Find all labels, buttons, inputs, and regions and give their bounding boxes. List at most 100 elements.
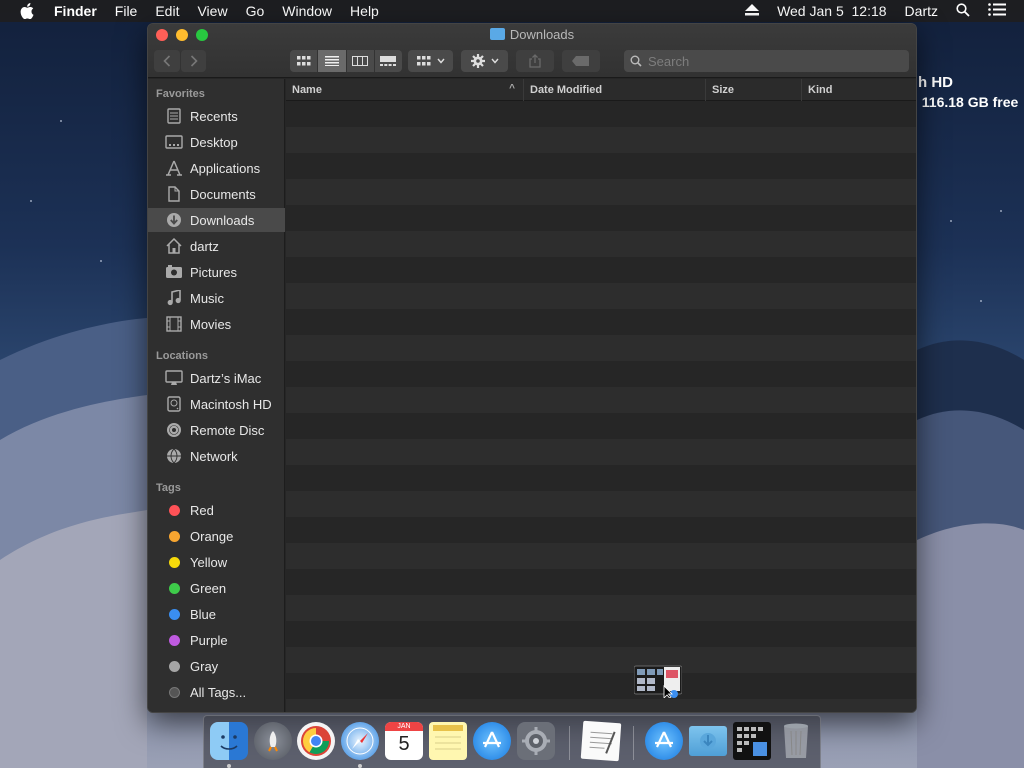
empty-row bbox=[286, 491, 916, 517]
sidebar-tag-blue[interactable]: Blue bbox=[148, 602, 285, 626]
column-header-size[interactable]: Size bbox=[706, 79, 802, 101]
sidebar-item-movies[interactable]: Movies bbox=[148, 312, 285, 336]
icon-view-button[interactable] bbox=[290, 50, 319, 72]
menu-window[interactable]: Window bbox=[282, 3, 332, 19]
menu-user[interactable]: Dartz bbox=[905, 3, 938, 19]
applications-folder-icon[interactable] bbox=[645, 722, 683, 760]
notification-center-icon[interactable] bbox=[988, 3, 1006, 19]
sidebar-item-label: Desktop bbox=[190, 134, 238, 150]
trash-icon[interactable] bbox=[777, 722, 815, 760]
gallery-icon bbox=[380, 56, 397, 66]
documents-icon bbox=[164, 185, 184, 203]
list-view-button[interactable] bbox=[318, 50, 347, 72]
tag-color-dot bbox=[168, 660, 180, 672]
column-header-name[interactable]: Name ^ bbox=[286, 79, 524, 101]
sidebar-item-imac[interactable]: Dartz’s iMac bbox=[148, 366, 285, 390]
tag-color-dot bbox=[168, 608, 180, 620]
menu-app-name[interactable]: Finder bbox=[54, 3, 97, 19]
sidebar-tag-orange[interactable]: Orange bbox=[148, 524, 285, 548]
tag-purple-icon bbox=[164, 631, 184, 649]
columns-icon bbox=[352, 56, 369, 66]
sidebar-item-music[interactable]: Music bbox=[148, 286, 285, 310]
sidebar-tag-purple[interactable]: Purple bbox=[148, 628, 285, 652]
calendar-icon[interactable]: JAN 5 bbox=[385, 722, 423, 760]
tag-color-dot bbox=[168, 530, 180, 542]
sidebar-all-tags[interactable]: All Tags... bbox=[148, 680, 285, 704]
network-icon bbox=[164, 447, 184, 465]
search-input[interactable] bbox=[648, 53, 888, 69]
sidebar-item-label: Blue bbox=[190, 606, 217, 622]
sidebar-tag-red[interactable]: Red bbox=[148, 498, 285, 522]
share-button[interactable] bbox=[516, 50, 554, 72]
system-preferences-icon[interactable] bbox=[517, 722, 555, 760]
downloads-icon bbox=[164, 211, 184, 229]
back-button[interactable] bbox=[154, 50, 180, 72]
sidebar-tag-green[interactable]: Green bbox=[148, 576, 285, 600]
chrome-icon[interactable] bbox=[297, 722, 335, 760]
sidebar-item-label: Green bbox=[190, 580, 227, 596]
recents-icon bbox=[164, 107, 184, 125]
sidebar-item-recents[interactable]: Recents bbox=[148, 104, 285, 128]
sidebar-item-pictures[interactable]: Pictures bbox=[148, 260, 285, 284]
group-grid-icon bbox=[416, 56, 430, 66]
sidebar-item-label: Remote Disc bbox=[190, 422, 265, 438]
dock: JAN 5 bbox=[203, 715, 821, 768]
dragged-item-icon[interactable] bbox=[634, 664, 682, 698]
safari-icon[interactable] bbox=[341, 722, 379, 760]
music-icon bbox=[164, 289, 184, 307]
group-by-button[interactable] bbox=[408, 50, 453, 72]
sidebar-item-label: Purple bbox=[190, 632, 228, 648]
tag-button[interactable] bbox=[562, 50, 600, 72]
menu-clock[interactable]: Wed Jan 5 12:18 bbox=[777, 3, 886, 19]
notes-icon[interactable] bbox=[429, 722, 467, 760]
sidebar-tag-yellow[interactable]: Yellow bbox=[148, 550, 285, 574]
column-view-button[interactable] bbox=[347, 50, 375, 72]
sidebar-item-desktop[interactable]: Desktop bbox=[148, 130, 285, 154]
empty-row bbox=[286, 387, 916, 413]
sidebar-item-documents[interactable]: Documents bbox=[148, 182, 285, 206]
action-button[interactable] bbox=[461, 50, 508, 72]
desktop-icon bbox=[164, 133, 184, 151]
tag-color-dot bbox=[168, 686, 180, 698]
column-header-date-modified[interactable]: Date Modified bbox=[524, 79, 706, 101]
finder-window: Downloads Search Favorites Recents Deskt… bbox=[147, 23, 917, 713]
empty-row bbox=[286, 361, 916, 387]
sidebar-item-macintosh-hd[interactable]: Macintosh HD bbox=[148, 392, 285, 416]
sidebar-item-applications[interactable]: Applications bbox=[148, 156, 285, 180]
spotlight-search-icon[interactable] bbox=[956, 2, 970, 20]
downloads-folder-icon[interactable] bbox=[689, 726, 727, 756]
forward-button[interactable] bbox=[180, 50, 206, 72]
sidebar-item-home[interactable]: dartz bbox=[148, 234, 285, 258]
sidebar-item-remote-disc[interactable]: Remote Disc bbox=[148, 418, 285, 442]
imac-icon bbox=[164, 369, 184, 387]
launchpad-icon[interactable] bbox=[254, 722, 292, 760]
sidebar-item-downloads[interactable]: Downloads bbox=[148, 208, 285, 232]
chevron-left-icon bbox=[163, 55, 171, 67]
sidebar-tag-gray[interactable]: Gray bbox=[148, 654, 285, 678]
menu-file[interactable]: File bbox=[115, 3, 138, 19]
search-field[interactable] bbox=[624, 50, 909, 72]
view-mode-control bbox=[290, 50, 402, 72]
file-list[interactable]: Name ^ Date Modified Size Kind bbox=[286, 79, 916, 712]
app-store-icon[interactable] bbox=[473, 722, 511, 760]
menu-edit[interactable]: Edit bbox=[155, 3, 179, 19]
apple-menu-icon[interactable] bbox=[20, 3, 38, 19]
desktop-volume-label[interactable]: h HD bbox=[918, 74, 953, 91]
sidebar-item-network[interactable]: Network bbox=[148, 444, 285, 468]
finder-icon[interactable] bbox=[210, 722, 248, 760]
eject-icon[interactable] bbox=[745, 3, 760, 19]
chevron-right-icon bbox=[190, 55, 198, 67]
gear-icon bbox=[470, 54, 485, 68]
menu-help[interactable]: Help bbox=[350, 3, 379, 19]
menu-bar: Finder File Edit View Go Window Help Wed… bbox=[0, 0, 1024, 22]
stack-icon[interactable] bbox=[733, 722, 771, 760]
textedit-icon[interactable] bbox=[580, 720, 622, 762]
empty-row bbox=[286, 257, 916, 283]
menu-view[interactable]: View bbox=[197, 3, 227, 19]
column-header-kind[interactable]: Kind bbox=[802, 79, 916, 101]
pictures-icon bbox=[164, 263, 184, 281]
menu-go[interactable]: Go bbox=[246, 3, 265, 19]
gallery-view-button[interactable] bbox=[375, 50, 402, 72]
empty-row bbox=[286, 335, 916, 361]
empty-row bbox=[286, 465, 916, 491]
